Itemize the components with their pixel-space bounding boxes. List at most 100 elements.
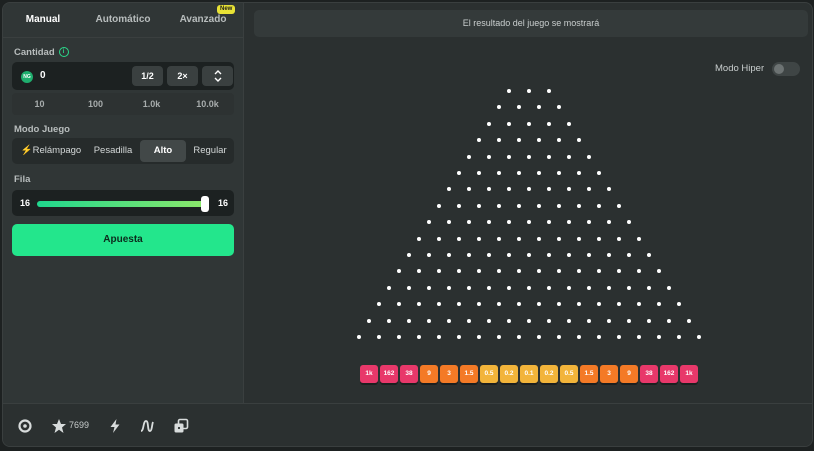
peg [607,285,611,290]
peg [577,302,581,307]
rows-slider-thumb[interactable] [201,196,209,212]
mode-alto[interactable]: Alto [140,140,186,162]
range-chevron-icon[interactable] [202,66,233,86]
mode-regular[interactable]: Regular [188,140,232,162]
peg [557,171,561,175]
multiplier-bucket: 0.5 [560,365,578,383]
peg [507,187,511,192]
rows-slider[interactable] [37,196,209,212]
multiplier-bucket: 0.1 [520,365,538,383]
fairness-dice-icon[interactable] [173,418,189,434]
peg [547,187,551,192]
peg [637,335,641,339]
amount-input[interactable]: NG 0 1/2 2× [12,62,234,90]
peg [547,220,551,225]
peg [537,335,541,339]
chip-1k[interactable]: 1.0k [124,93,179,115]
peg [487,121,491,126]
peg [517,236,521,241]
peg [437,236,441,241]
info-icon[interactable]: i [58,47,69,58]
peg [557,269,561,274]
peg [517,302,521,307]
peg [467,285,471,290]
peg [687,318,691,323]
peg [517,105,521,110]
peg [437,269,441,274]
mode-pesadilla[interactable]: Pesadilla [88,140,138,162]
lightning-icon: ⚡ [20,145,33,156]
peg [447,187,451,192]
peg [537,138,541,143]
amount-label-row: Cantidad i [14,47,69,58]
peg [527,154,531,159]
half-button[interactable]: 1/2 [132,66,163,86]
hiper-toggle[interactable] [772,62,800,76]
peg [627,220,631,225]
peg [577,138,581,143]
chart-curve-icon[interactable] [139,418,155,434]
peg [477,171,481,175]
tab-manual[interactable]: Manual [3,3,83,37]
peg [457,302,461,307]
peg [477,138,481,143]
peg [397,302,401,307]
bet-button[interactable]: Apuesta [12,224,234,256]
chip-10k[interactable]: 10.0k [180,93,235,115]
peg [447,220,451,225]
peg [667,285,671,290]
peg [677,335,681,339]
peg [497,335,501,339]
peg [597,335,601,339]
amount-value[interactable]: 0 [40,62,46,90]
peg [457,203,461,208]
peg [657,335,661,339]
peg [597,171,601,175]
peg [527,121,531,126]
peg [487,220,491,225]
peg [507,121,511,126]
multiplier-bucket: 38 [640,365,658,383]
settings-icon[interactable] [17,418,33,434]
peg [427,253,431,257]
peg [597,269,601,274]
peg [617,302,621,307]
rows-label: Fila [14,174,31,185]
peg [527,89,531,93]
peg [537,171,541,175]
peg [607,318,611,323]
mode-label: Modo Juego [14,124,70,135]
peg [557,105,561,110]
peg [477,236,481,241]
hiper-toggle-knob [774,64,784,74]
star-icon[interactable] [51,418,67,434]
double-button[interactable]: 2× [167,66,198,86]
chip-100[interactable]: 100 [68,93,123,115]
peg [547,318,551,323]
rows-slider-fill [37,201,209,207]
peg [647,318,651,323]
lightning-icon[interactable] [107,418,123,434]
peg [417,269,421,274]
peg [387,285,391,290]
peg [597,302,601,307]
peg [587,318,591,323]
peg [547,121,551,126]
peg [367,318,371,323]
peg [437,203,441,208]
peg [457,171,461,175]
peg [597,236,601,241]
peg [587,253,591,257]
peg [527,253,531,257]
chip-10[interactable]: 10 [12,93,67,115]
multiplier-bucket: 3 [440,365,458,383]
peg [567,285,571,290]
peg [467,154,471,159]
peg [547,253,551,257]
mode-relampago[interactable]: ⚡Relámpago [16,140,86,162]
tab-automatico[interactable]: Automático [83,3,163,37]
peg [537,269,541,274]
peg [557,236,561,241]
peg [657,269,661,274]
peg [607,187,611,192]
